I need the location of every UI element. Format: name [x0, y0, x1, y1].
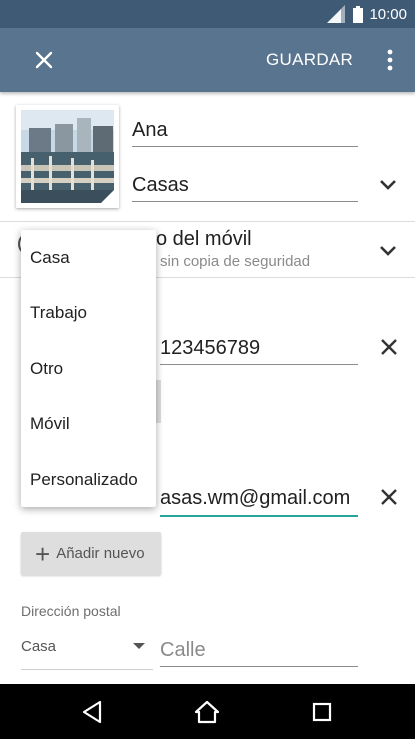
phone-field[interactable]: 123456789: [160, 336, 260, 360]
phone-underline: [160, 364, 358, 365]
more-vert-icon[interactable]: [378, 46, 402, 74]
status-bar: 10:00: [0, 0, 415, 28]
email-field[interactable]: asas.wm@gmail.com: [160, 486, 350, 510]
add-new-label: Añadir nuevo: [56, 545, 145, 562]
company-underline: [132, 201, 358, 202]
name-underline: [132, 146, 358, 147]
home-icon[interactable]: [194, 699, 220, 725]
clear-phone-icon[interactable]: [378, 336, 400, 358]
contact-photo[interactable]: [16, 105, 119, 208]
contact-photo-image: [21, 110, 114, 203]
street-field[interactable]: Calle: [160, 638, 206, 662]
clear-email-icon[interactable]: [378, 486, 400, 508]
battery-icon: [353, 5, 364, 23]
menu-item-movil[interactable]: Móvil: [21, 396, 156, 451]
status-time: 10:00: [369, 5, 407, 23]
plus-icon: +: [35, 538, 51, 569]
app-bar: GUARDAR: [0, 28, 415, 92]
address-type-select[interactable]: Casa: [21, 634, 153, 670]
chevron-down-icon[interactable]: [376, 172, 400, 196]
account-subtitle: sin copia de seguridad: [160, 253, 311, 270]
close-icon[interactable]: [28, 44, 60, 76]
menu-item-casa[interactable]: Casa: [21, 230, 156, 285]
name-field[interactable]: Ana: [132, 118, 168, 142]
divider: [0, 221, 415, 222]
email-underline: [160, 515, 358, 517]
type-dropdown-menu: Casa Trabajo Otro Móvil Personalizado: [21, 230, 156, 507]
navigation-bar: [0, 684, 415, 739]
save-button[interactable]: GUARDAR: [258, 48, 361, 72]
add-new-button[interactable]: + Añadir nuevo: [21, 532, 161, 575]
company-field[interactable]: Casas: [132, 173, 189, 197]
dropdown-arrow-icon: [133, 643, 145, 649]
signal-icon: [327, 5, 346, 23]
street-underline: [160, 666, 358, 667]
account-title: o del móvil: [156, 228, 252, 250]
menu-item-otro[interactable]: Otro: [21, 341, 156, 396]
postal-address-label: Dirección postal: [21, 603, 121, 619]
menu-item-personalizado[interactable]: Personalizado: [21, 452, 156, 507]
menu-item-trabajo[interactable]: Trabajo: [21, 285, 156, 340]
address-type-value: Casa: [21, 638, 57, 655]
chevron-down-icon[interactable]: [376, 238, 400, 262]
recents-icon[interactable]: [309, 699, 335, 725]
back-icon[interactable]: [80, 699, 106, 725]
status-icons: 10:00: [327, 4, 407, 24]
